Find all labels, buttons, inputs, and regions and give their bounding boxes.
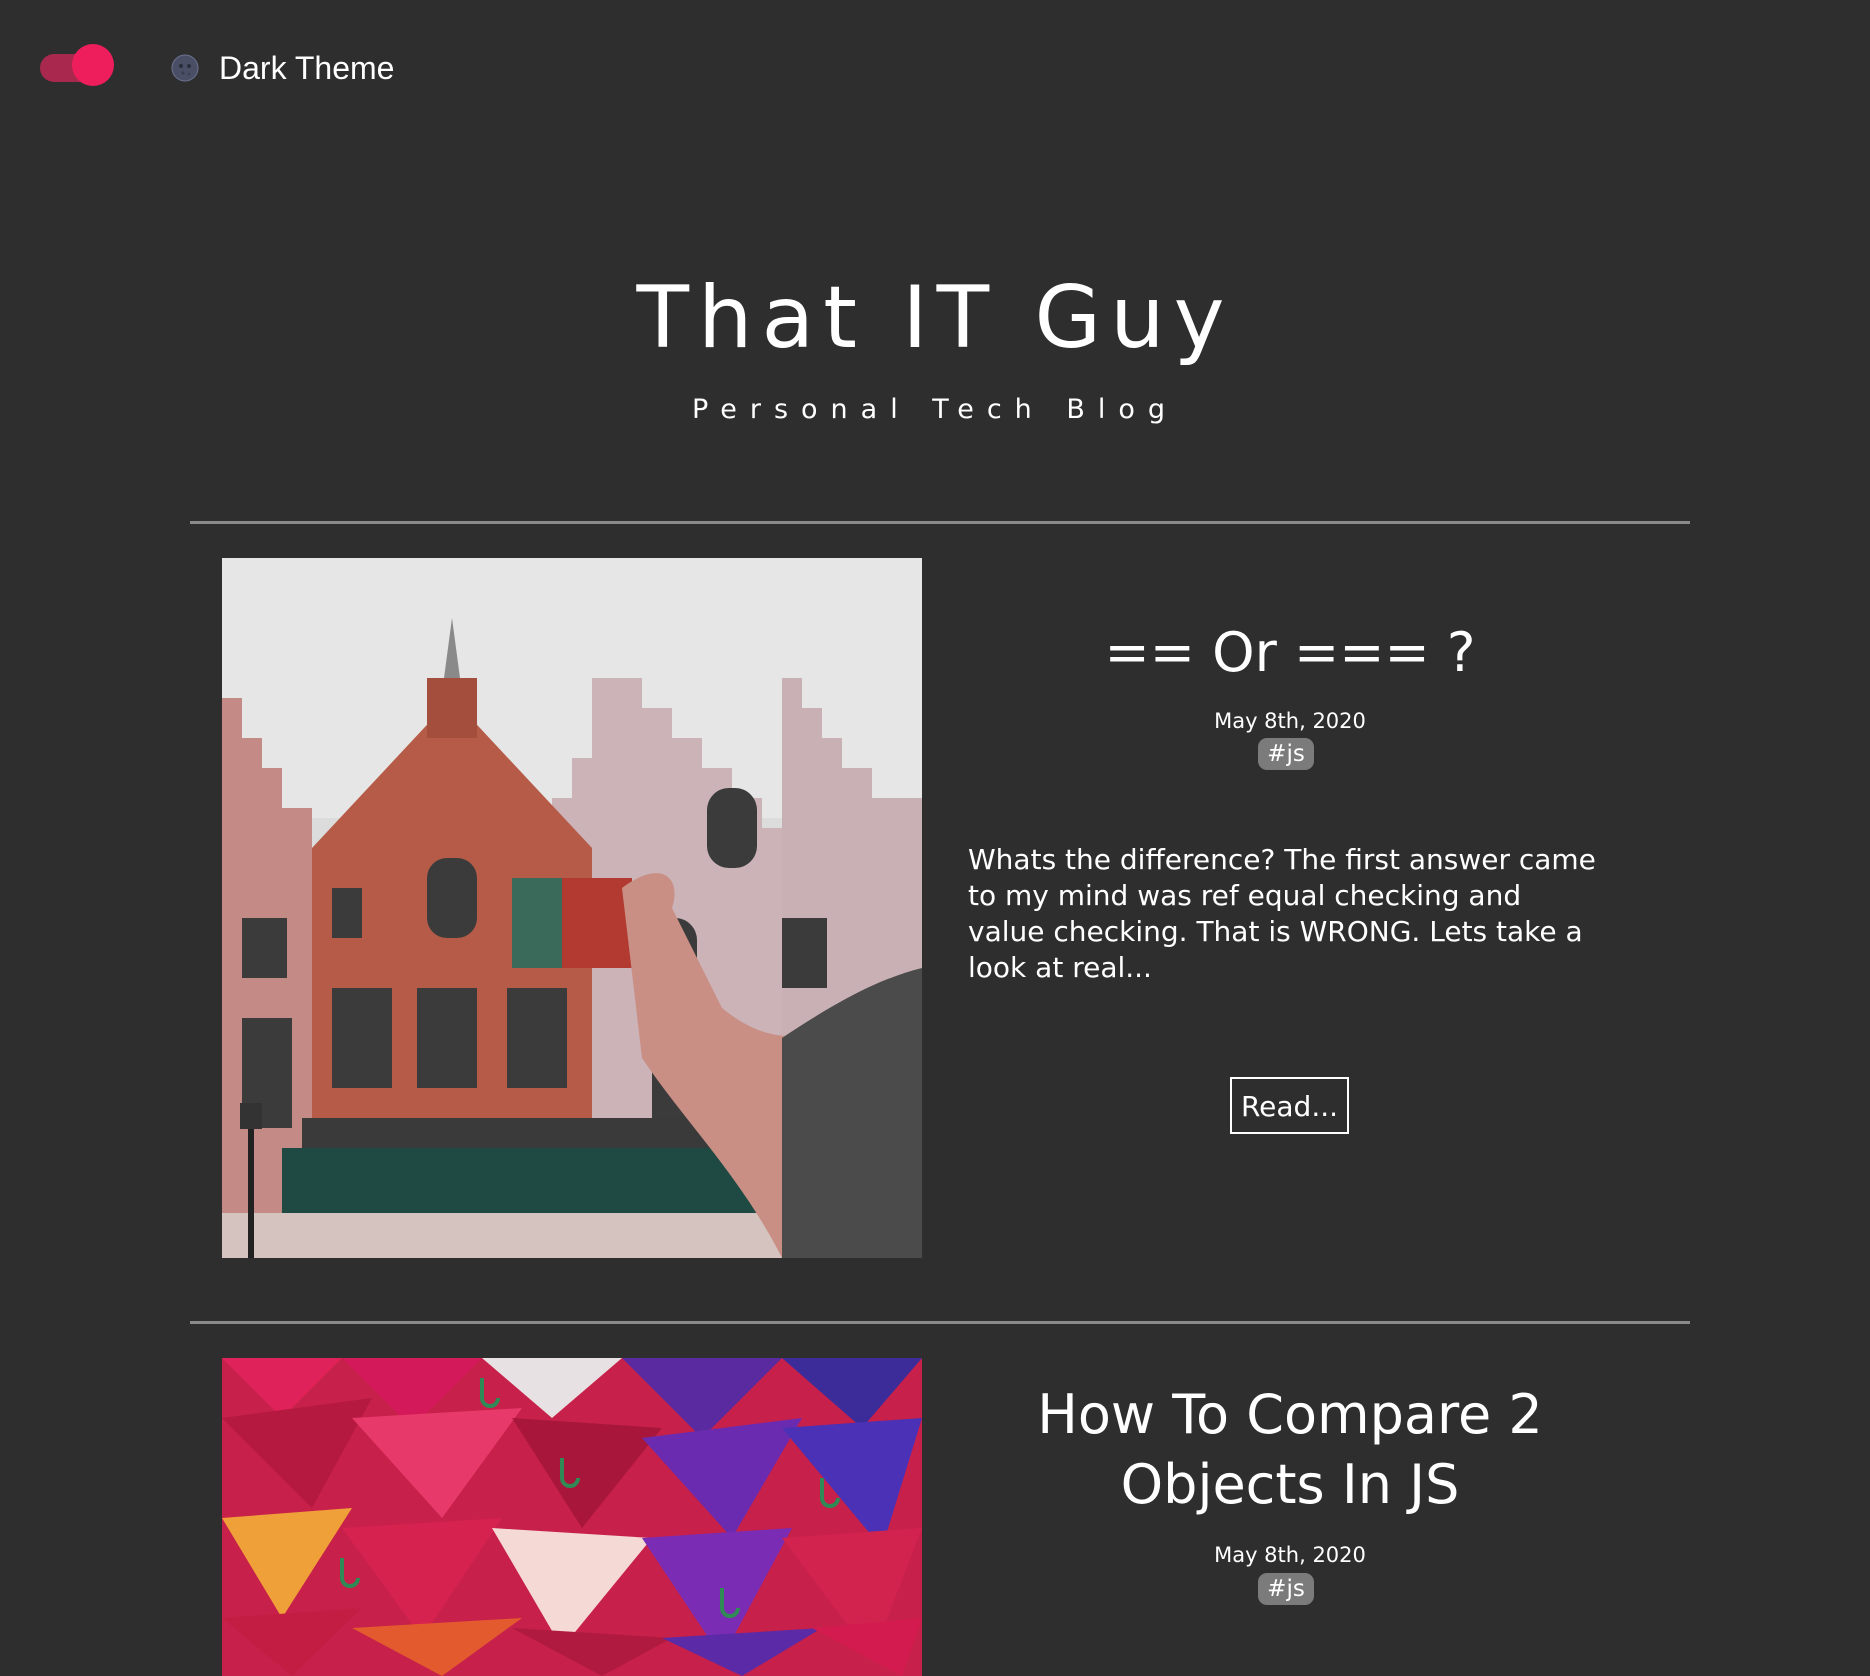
- post-tag[interactable]: #js: [1258, 738, 1314, 770]
- post-excerpt: Whats the difference? The first answer c…: [968, 843, 1596, 984]
- dark-theme-toggle[interactable]: [40, 44, 116, 92]
- post-image-building[interactable]: [222, 558, 922, 1258]
- toggle-knob[interactable]: [72, 44, 114, 86]
- post-date: May 8th, 2020: [1214, 1543, 1366, 1567]
- post-title[interactable]: == Or === ?: [960, 618, 1620, 688]
- moon-icon: [171, 54, 199, 82]
- read-more-button[interactable]: Read...: [1230, 1077, 1349, 1134]
- post-divider: [190, 1321, 1690, 1324]
- post-date: May 8th, 2020: [1214, 709, 1366, 733]
- theme-label: Dark Theme: [219, 49, 395, 86]
- post-image-umbrellas[interactable]: [222, 1358, 922, 1676]
- site-title[interactable]: That IT Guy: [0, 268, 1870, 368]
- post-title[interactable]: How To Compare 2 Objects In JS: [960, 1380, 1620, 1520]
- post-tag[interactable]: #js: [1258, 1573, 1314, 1605]
- post-divider: [190, 521, 1690, 524]
- theme-switcher: Dark Theme: [40, 44, 394, 92]
- site-subtitle: Personal Tech Blog: [691, 394, 1179, 425]
